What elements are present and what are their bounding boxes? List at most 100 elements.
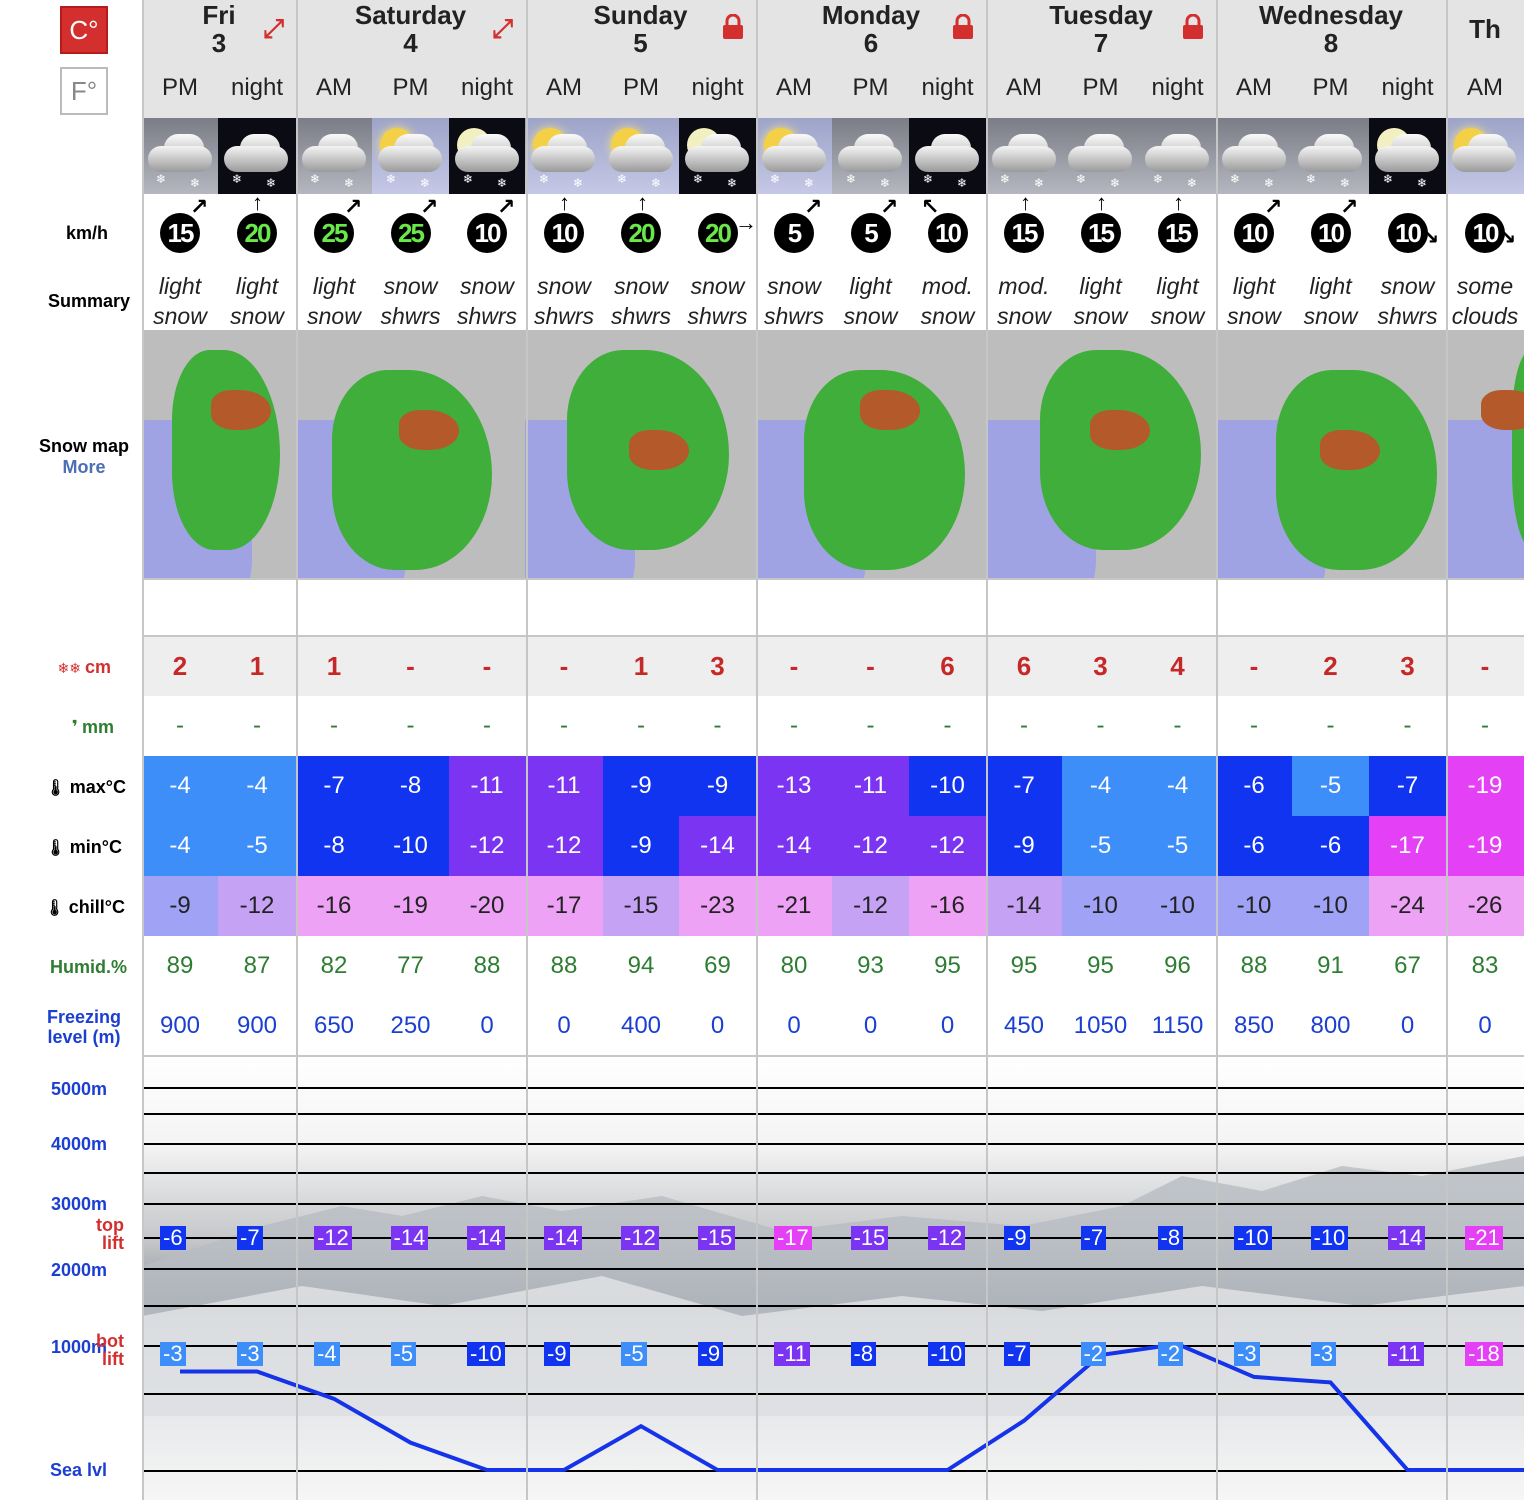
snowflake-icon: ❄	[497, 176, 508, 190]
day-header[interactable]: Saturday 4 ⤢	[296, 0, 525, 58]
summary-line-1: snow	[537, 273, 591, 299]
wind-cell: 10 ↗	[1292, 194, 1369, 272]
summary-cell: light snow	[832, 272, 909, 330]
snow-map-more-link[interactable]: More	[0, 457, 168, 478]
max-temp-cell: -4	[1062, 756, 1139, 816]
summary-line-1: snow	[383, 273, 438, 299]
humidity-cell: 95	[986, 936, 1062, 996]
rain-amount-cell: -	[449, 696, 525, 756]
snow-map-image[interactable]	[1216, 330, 1446, 578]
max-temp-cell: -4	[218, 756, 296, 816]
snow-map-image[interactable]	[986, 330, 1216, 578]
summary-cell: mod. snow	[909, 272, 986, 330]
max-temp-cell: -9	[603, 756, 679, 816]
cloud-icon	[992, 146, 1056, 172]
lock-icon[interactable]	[952, 13, 974, 45]
snowflake-icon: ❄	[693, 172, 704, 186]
heavy-snow-area	[1089, 410, 1150, 450]
wind-label: km/h	[65, 223, 108, 243]
chill-temp-cell: -9	[142, 876, 218, 936]
chill-temp-label: 🌡 chill°C	[0, 897, 125, 918]
snow-amount-cell: -	[1446, 636, 1524, 696]
heavy-snow-area	[1481, 390, 1524, 430]
period-label: PM	[603, 58, 679, 118]
chill-temp-cell: -16	[296, 876, 372, 936]
summary-cell: snow shwrs	[756, 272, 832, 330]
cloud-icon	[1145, 146, 1209, 172]
summary-line-2: shwrs	[456, 303, 518, 329]
snow-map-image[interactable]	[525, 330, 756, 578]
fahrenheit-toggle[interactable]: F°	[60, 67, 108, 115]
snowflake-icon: ❄	[804, 176, 815, 190]
top-lift-temp: -10	[1310, 1226, 1349, 1250]
summary-line-1: mod.	[921, 273, 974, 299]
day-number: 8	[1323, 28, 1339, 58]
snow-cover-area	[1040, 350, 1201, 550]
max-temp-cell: -10	[909, 756, 986, 816]
snow-cover-area	[172, 350, 280, 550]
snowflake-icon: ❄	[156, 172, 167, 186]
day-number: 4	[403, 28, 418, 58]
min-temp-cell: -14	[756, 816, 832, 876]
day-header[interactable]: Th	[1446, 0, 1524, 58]
summary-line-1: light	[1309, 273, 1352, 299]
rain-amount-cell: -	[296, 696, 372, 756]
bottom-lift-label: bot lift	[86, 1332, 124, 1368]
snow-map-label: Snow map	[38, 436, 129, 456]
snow-map-image[interactable]	[296, 330, 525, 578]
max-temp-cell: -19	[1446, 756, 1524, 816]
summary-cell: some clouds	[1446, 272, 1524, 330]
day-divider	[986, 0, 988, 1500]
day-header[interactable]: Tuesday 7	[986, 0, 1216, 58]
rain-amount-cell: -	[603, 696, 679, 756]
snow-cm-text: cm	[84, 657, 111, 677]
summary-line-2: snow	[920, 303, 975, 329]
chill-temp-text: chill°C	[68, 897, 125, 917]
snow-map-image[interactable]	[1446, 330, 1524, 578]
summary-line-1: snow	[460, 273, 514, 299]
day-header[interactable]: Monday 6	[756, 0, 986, 58]
humidity-cell: 88	[449, 936, 525, 996]
top-lift-temp: -12	[927, 1226, 966, 1250]
snowflake-icon: ❄	[386, 172, 397, 186]
brand-bar: Snow-Forecast.com☁↴☼Snow-Forecast.com☁↴☼…	[142, 578, 1524, 1225]
summary-line-2: snow	[1073, 303, 1128, 329]
period-label: night	[1139, 58, 1216, 118]
wind-speed-badge: 20	[237, 213, 277, 253]
grid-left-border	[142, 0, 144, 1500]
chill-temp-cell: -19	[372, 876, 449, 936]
weather-icon: ❄ ❄	[909, 118, 986, 194]
rain-amount-cell: -	[218, 696, 296, 756]
wind-direction-arrow-icon: ↗	[1264, 194, 1283, 219]
expand-icon[interactable]: ⤢	[492, 14, 513, 42]
weather-icon: ❄ ❄	[1369, 118, 1446, 194]
weather-icon: ❄ ❄	[986, 118, 1062, 194]
summary-cell: snow shwrs	[525, 272, 603, 330]
snowflake-icon: ❄	[1110, 176, 1121, 190]
summary-line-2: shwrs	[1377, 303, 1438, 329]
expand-icon[interactable]: ⤢	[263, 14, 284, 42]
period-label: PM	[142, 58, 218, 118]
lock-icon[interactable]	[722, 13, 744, 45]
lock-icon[interactable]	[1182, 13, 1204, 45]
min-temp-label: 🌡 min°C	[0, 837, 122, 858]
top-lift-label-line1: top	[96, 1215, 124, 1235]
snow-map-image[interactable]	[756, 330, 986, 578]
period-label: AM	[525, 58, 603, 118]
summary-line-1: light	[1232, 273, 1276, 299]
day-header[interactable]: Wednesday 8	[1216, 0, 1446, 58]
max-temp-cell: -13	[756, 756, 832, 816]
bottom-lift-temp: -9	[544, 1342, 570, 1366]
snowflake-icon: ❄	[1230, 172, 1241, 186]
freezing-level-cell: 1150	[1139, 996, 1216, 1056]
celsius-toggle[interactable]: C°	[60, 6, 108, 54]
wind-direction-arrow-icon: ↗	[420, 194, 439, 219]
day-header[interactable]: Fri 3 ⤢	[142, 0, 296, 58]
snow-amount-cell: -	[756, 636, 832, 696]
weather-icon: ❄ ❄	[296, 118, 372, 194]
wind-cell: 15 ↑	[986, 190, 1062, 272]
altitude-label: 4000m	[50, 1134, 107, 1154]
bottom-lift-temp: -3	[1310, 1342, 1337, 1366]
weather-icon: ❄ ❄	[1139, 118, 1216, 194]
day-header[interactable]: Sunday 5	[525, 0, 756, 58]
